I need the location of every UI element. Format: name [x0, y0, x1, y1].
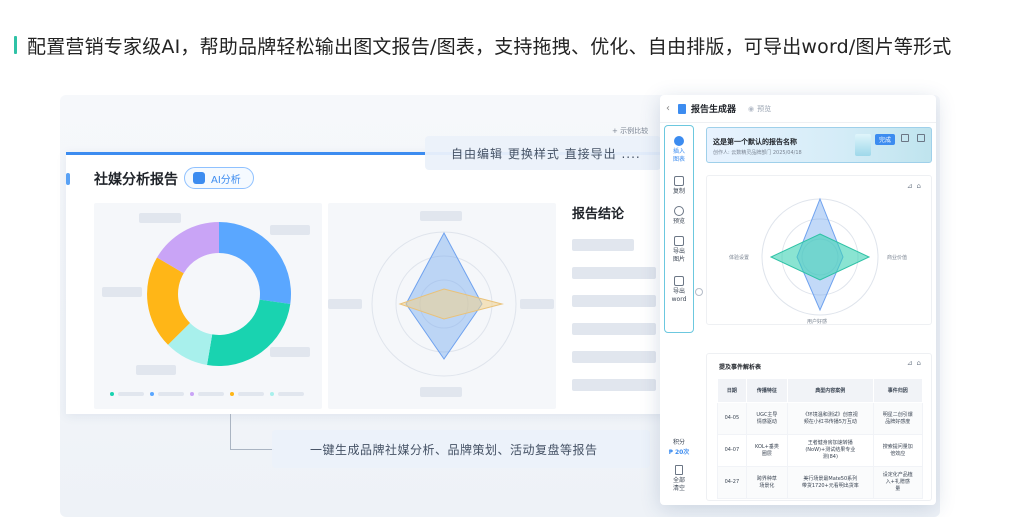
text-placeholder — [572, 295, 656, 307]
table-header-row: 日期 传播特征 典型内容案例 事件归因 — [717, 378, 923, 403]
accent-bar — [14, 36, 17, 54]
doc-name: 报告生成器 — [691, 105, 737, 115]
report-card: 社媒分析报告 AI分析 报告结论 — [66, 152, 666, 414]
headline-text: 配置营销专家级AI，帮助品牌轻松输出图文报告/图表，支持拖拽、优化、自由排版，可… — [27, 35, 952, 58]
export-image-label: 导出 图片 — [672, 248, 685, 263]
label-placeholder — [420, 211, 462, 221]
donut-slice-blue — [219, 222, 291, 304]
done-button[interactable]: 完成 — [875, 134, 896, 145]
table-cell: 搜索提问量加 倍效应 — [872, 434, 923, 467]
table-header: 日期 — [717, 378, 747, 403]
donut-chart — [147, 222, 291, 367]
donut-legend — [110, 391, 310, 397]
table-cell: 《环境温和测试》创意视 频在小红书传播5万互动 — [787, 402, 874, 435]
conclusion-title: 报告结论 — [572, 207, 625, 222]
compare-label: + 示例比较 — [612, 127, 649, 135]
chevron-left-icon[interactable]: ‹ — [666, 103, 670, 114]
text-placeholder — [572, 239, 634, 251]
eye-icon — [674, 206, 684, 216]
image-icon — [674, 236, 684, 246]
trash-icon — [675, 465, 683, 475]
app-topbar: ‹ 报告生成器 预览 — [660, 95, 936, 123]
table-cell: 明星二创引爆 品牌好感度 — [872, 402, 923, 435]
donut-slice-green — [207, 299, 291, 367]
credits-counter: 积分 ₱ 20次 — [666, 437, 692, 456]
report-title: 社媒分析报告 — [94, 172, 178, 188]
document-icon — [678, 103, 686, 114]
banner-subtitle: 创作人: 云数精灵品牌部门 2025/04/18 — [713, 150, 802, 156]
table-cell: 美行场景最Mate50系列 带货1720+元看明出货率 — [787, 466, 874, 499]
copy-icon — [674, 176, 684, 186]
table-cell: 04-05 — [717, 402, 747, 435]
edit-icon[interactable] — [901, 134, 909, 142]
label-placeholder — [102, 287, 142, 297]
clear-all-label: 全部 清空 — [672, 477, 685, 492]
table-title: 提及事件解析表 — [719, 364, 762, 371]
collapse-toggle[interactable] — [695, 288, 703, 296]
table-cell: 王者健身房加速转播 (NoW)+测试结果专业 测(84) — [787, 434, 874, 467]
ai-analysis-label: AI分析 — [211, 174, 241, 186]
editor-toolbar: 插入 图表 复制 预览 导出 图片 导出 word — [664, 125, 694, 333]
text-placeholder — [572, 267, 656, 279]
label-placeholder — [420, 387, 462, 397]
label-placeholder — [328, 299, 362, 309]
headline: 配置营销专家级AI，帮助品牌轻松输出图文报告/图表，支持拖拽、优化、自由排版，可… — [14, 30, 952, 60]
export-word-button[interactable]: 导出 word — [665, 276, 693, 304]
radar-label-right: 商业价值 — [887, 255, 908, 261]
label-placeholder — [520, 299, 554, 309]
events-table: 日期 传播特征 典型内容案例 事件归因 04-05 UGC主导 情感驱动 《环境… — [717, 378, 923, 499]
card-tools[interactable]: ⊿⌂ — [907, 182, 925, 190]
table-cell: 设定化产品植 入+礼赠感 量 — [872, 466, 923, 499]
credits-value: ₱ 20次 — [668, 449, 690, 456]
word-icon — [674, 276, 684, 286]
report-generator-window: ‹ 报告生成器 预览 插入 图表 复制 预览 导出 图片 导出 word 积分 … — [660, 95, 936, 505]
events-table-card[interactable]: 提及事件解析表 ⊿⌂ 日期 传播特征 典型内容案例 事件归因 04-05 UGC… — [706, 353, 932, 501]
preview-button[interactable]: 预览 — [665, 206, 693, 226]
table-header: 事件归因 — [872, 378, 923, 403]
plus-icon — [674, 136, 684, 146]
report-banner: 这是第一个默认的报告名称 创作人: 云数精灵品牌部门 2025/04/18 完成 — [706, 127, 932, 163]
callout-connector — [230, 414, 274, 450]
table-cell: 跨界种草 场景化 — [745, 466, 789, 499]
table-cell: UGC主导 情感驱动 — [745, 402, 789, 435]
preview-label: 预览 — [672, 218, 685, 225]
export-word-label: 导出 word — [671, 288, 687, 303]
banner-title: 这是第一个默认的报告名称 — [713, 138, 797, 146]
radar-card[interactable]: ⊿⌂ 体验设置 商业价值 用户好感 — [706, 175, 932, 325]
table-cell: KOL+垂类 圈层 — [745, 434, 789, 467]
table-row: 04-05 UGC主导 情感驱动 《环境温和测试》创意视 频在小红书传播5万互动… — [717, 402, 923, 435]
callout-edit: 自由编辑 更换样式 直接导出 .... — [425, 136, 661, 170]
radar-label-bottom: 用户好感 — [807, 319, 828, 325]
credits-label: 积分 — [672, 439, 685, 446]
ai-analysis-button[interactable]: AI分析 — [184, 167, 254, 189]
preview-toggle[interactable]: 预览 — [748, 104, 771, 114]
copy-button[interactable]: 复制 — [665, 176, 693, 196]
banner-illustration — [855, 134, 871, 156]
clear-all-button[interactable]: 全部 清空 — [666, 465, 692, 493]
callout-generate: 一键生成品牌社媒分析、品牌策划、活动复盘等报告 — [272, 430, 650, 468]
table-cell: 04-27 — [717, 466, 747, 499]
radar-label-left: 体验设置 — [729, 255, 750, 261]
copy-label: 复制 — [672, 188, 685, 195]
radar-chart — [371, 231, 517, 377]
insert-chart-label: 插入 图表 — [672, 148, 685, 163]
insert-chart-button[interactable]: 插入 图表 — [665, 136, 693, 164]
table-tools[interactable]: ⊿⌂ — [907, 359, 925, 367]
table-header: 典型内容案例 — [787, 378, 874, 403]
mini-radar-chart — [761, 197, 879, 316]
text-placeholder — [572, 351, 656, 363]
drag-handle[interactable] — [66, 173, 70, 185]
table-cell: 04-07 — [717, 434, 747, 467]
text-placeholder — [572, 323, 656, 335]
text-placeholder — [572, 379, 656, 391]
export-image-button[interactable]: 导出 图片 — [665, 236, 693, 264]
table-header: 传播特征 — [745, 378, 789, 403]
ai-icon — [193, 172, 205, 184]
delete-icon[interactable] — [917, 134, 925, 142]
table-row: 04-27 跨界种草 场景化 美行场景最Mate50系列 带货1720+元看明出… — [717, 466, 923, 499]
table-row: 04-07 KOL+垂类 圈层 王者健身房加速转播 (NoW)+测试结果专业 测… — [717, 434, 923, 467]
